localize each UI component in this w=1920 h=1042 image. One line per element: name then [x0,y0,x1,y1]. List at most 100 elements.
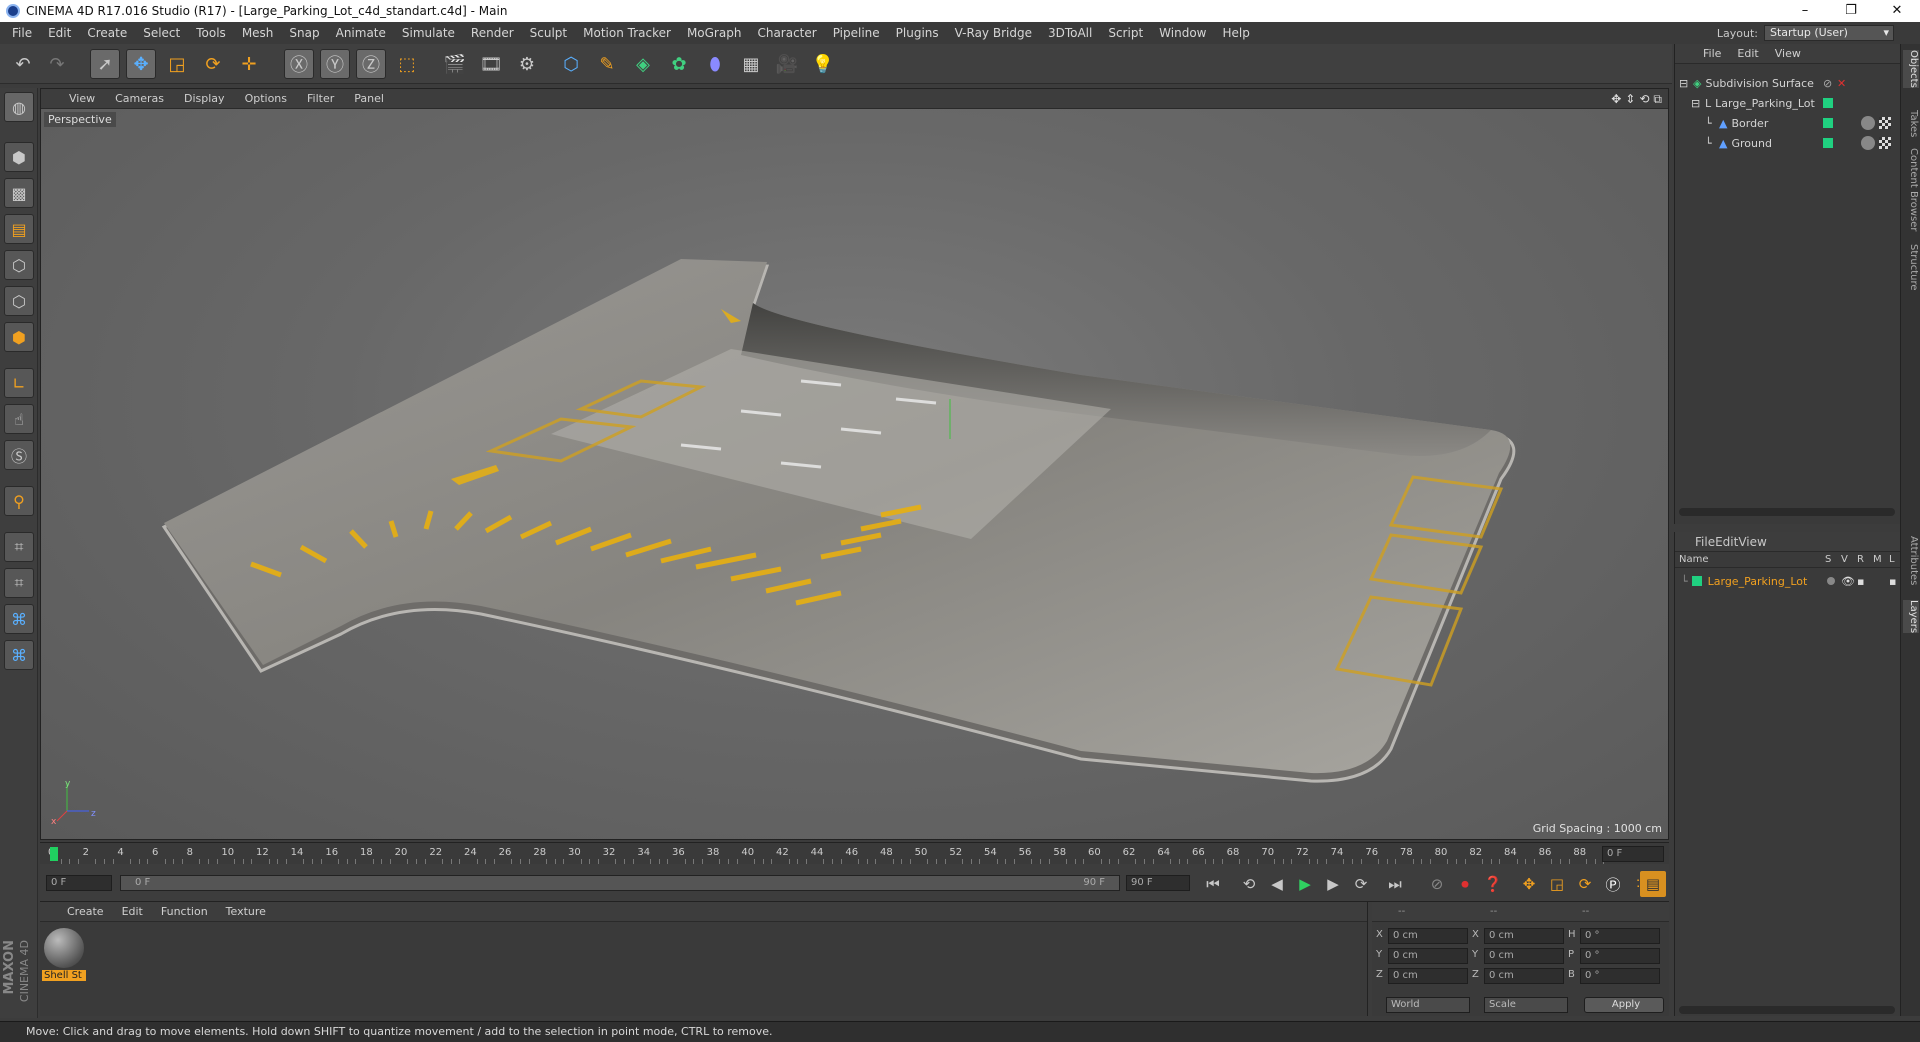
planar-workplane-icon[interactable]: ⌗ [4,568,34,598]
material-menu-edit[interactable]: Edit [113,905,152,918]
viewport-menu-filter[interactable]: Filter [297,92,344,105]
uvw-tag-icon[interactable] [1879,137,1891,149]
object-horizontal-scrollbar[interactable] [1679,508,1895,516]
z-axis-icon[interactable]: Ⓩ [356,49,386,79]
light-icon[interactable]: 💡 [808,49,838,79]
tweak-mode-icon[interactable]: ☝ [4,404,34,434]
dolly-icon[interactable]: ⇕ [1625,92,1635,107]
cube-primitive-icon[interactable]: ⬡ [556,49,586,79]
tab-structure[interactable]: Structure [1903,244,1919,291]
material-menu-function[interactable]: Function [152,905,217,918]
frame-range-slider[interactable]: 0 F 90 F [120,875,1120,891]
coord-value-field[interactable]: 0 cm [1388,948,1468,964]
previous-key-icon[interactable]: ⟲ [1236,871,1262,897]
points-mode-icon[interactable]: ⬡ [4,250,34,280]
material-menu-create[interactable]: Create [58,905,113,918]
material-item[interactable]: Shell St [42,928,86,988]
workplane-icon[interactable]: ▤ [4,214,34,244]
menu-character[interactable]: Character [749,26,824,40]
tab-takes[interactable]: Takes [1903,110,1919,137]
layer-menu-view[interactable]: View [1738,535,1766,549]
render-toggle-icon[interactable]: ✕ [1837,77,1846,90]
viewport-menu-panel[interactable]: Panel [344,92,394,105]
current-frame-marker[interactable] [50,847,58,861]
lock-workplane-icon[interactable]: ⌗ [4,532,34,562]
minimize-button[interactable]: – [1782,0,1828,22]
layer-solo-icon[interactable] [1827,577,1835,585]
menu-edit[interactable]: Edit [40,26,79,40]
viewport-canvas[interactable]: Perspective y z x Grid Spacing: 1000 cm [41,109,1668,839]
live-selection-icon[interactable]: ✛ [234,49,264,79]
orbit-icon[interactable]: ⟲ [1639,92,1649,107]
pan-icon[interactable]: ✥ [1611,92,1621,107]
tab-content-browser[interactable]: Content Browser [1903,148,1919,231]
material-tag-icon[interactable] [1861,116,1875,130]
coord-value-field[interactable]: 0 cm [1388,968,1468,984]
tab-layers[interactable]: Layers [1903,600,1919,634]
menu-3dtoall[interactable]: 3DToAll [1040,26,1100,40]
layer-render-icon[interactable]: ▪ [1857,575,1864,588]
menu-tools[interactable]: Tools [188,26,234,40]
x-axis-icon[interactable]: Ⓧ [284,49,314,79]
viewport-menu-display[interactable]: Display [174,92,235,105]
coord-value-field[interactable]: 0 cm [1484,948,1564,964]
coord-value-field[interactable]: 0 ° [1580,948,1660,964]
menu-animate[interactable]: Animate [328,26,394,40]
y-axis-icon[interactable]: Ⓨ [320,49,350,79]
goto-start-icon[interactable]: ⏮ [1200,871,1226,897]
uvw-tag-icon[interactable] [1879,117,1891,129]
scale-tool-icon[interactable]: ◲ [162,49,192,79]
select-tool-icon[interactable]: ➚ [90,49,120,79]
coordinate-system-icon[interactable]: ⬚ [392,49,422,79]
camera-icon[interactable]: 🎥 [772,49,802,79]
layer-menu-file[interactable]: File [1695,535,1715,549]
next-key-icon[interactable]: ⟳ [1348,871,1374,897]
keyframe-selection-icon[interactable]: ❓ [1480,871,1506,897]
snap-icon[interactable]: Ⓢ [4,440,34,470]
object-menu-file[interactable]: File [1695,47,1729,60]
polygons-mode-icon[interactable]: ⬢ [4,322,34,352]
object-row[interactable]: ⊟ L Large_Parking_Lot [1675,94,1899,112]
menu-motion-tracker[interactable]: Motion Tracker [575,26,679,40]
start-frame-field[interactable]: 0 F [46,875,112,891]
menu-plugins[interactable]: Plugins [888,26,947,40]
menu-help[interactable]: Help [1214,26,1257,40]
timeline-window-icon[interactable]: ▤ [1640,871,1666,897]
previous-frame-icon[interactable]: ◀ [1264,871,1290,897]
coord-value-field[interactable]: 0 cm [1484,928,1564,944]
menu-select[interactable]: Select [135,26,188,40]
layer-row[interactable]: └ Large_Parking_Lot 👁 ▪ ▪ [1675,572,1899,590]
material-tag-icon[interactable] [1861,136,1875,150]
layer-horizontal-scrollbar[interactable] [1679,1006,1895,1014]
coord-value-field[interactable]: 0 ° [1580,968,1660,984]
apply-button[interactable]: Apply [1584,997,1664,1013]
subdivision-surface-icon[interactable]: ◈ [628,49,658,79]
menu-pipeline[interactable]: Pipeline [825,26,888,40]
render-picture-viewer-icon[interactable]: 🎞 [476,49,506,79]
menu-vray-bridge[interactable]: V-Ray Bridge [947,26,1040,40]
magnet-icon[interactable]: ⚲ [4,486,34,516]
menu-mograph[interactable]: MoGraph [679,26,750,40]
model-mode-icon[interactable]: ⬢ [4,142,34,172]
coord-value-field[interactable]: 0 cm [1388,928,1468,944]
layer-menu-edit[interactable]: Edit [1715,535,1738,549]
material-menu-texture[interactable]: Texture [217,905,275,918]
maximize-button[interactable]: ❐ [1828,0,1874,22]
current-frame-field[interactable]: 0 F [1602,846,1664,862]
floor-icon[interactable]: ▦ [736,49,766,79]
menu-script[interactable]: Script [1100,26,1151,40]
goto-end-icon[interactable]: ⏭ [1382,871,1408,897]
object-row[interactable]: └ ▲ Ground [1675,134,1899,152]
autokey-icon[interactable]: ⏺ [1452,871,1478,897]
layer-visible-icon[interactable]: 👁 [1841,575,1855,588]
record-keys-icon[interactable]: ⊘ [1424,871,1450,897]
viewport-menu-cameras[interactable]: Cameras [105,92,174,105]
move-tool-icon[interactable]: ✥ [126,49,156,79]
close-button[interactable]: ✕ [1874,0,1920,22]
deformer-icon[interactable]: ⬮ [700,49,730,79]
menu-window[interactable]: Window [1151,26,1214,40]
rotate-tool-icon[interactable]: ⟳ [198,49,228,79]
expand-icon[interactable]: ⊟ [1691,97,1705,110]
texture-mode-icon[interactable]: ▩ [4,178,34,208]
end-frame-field[interactable]: 90 F [1126,875,1190,891]
